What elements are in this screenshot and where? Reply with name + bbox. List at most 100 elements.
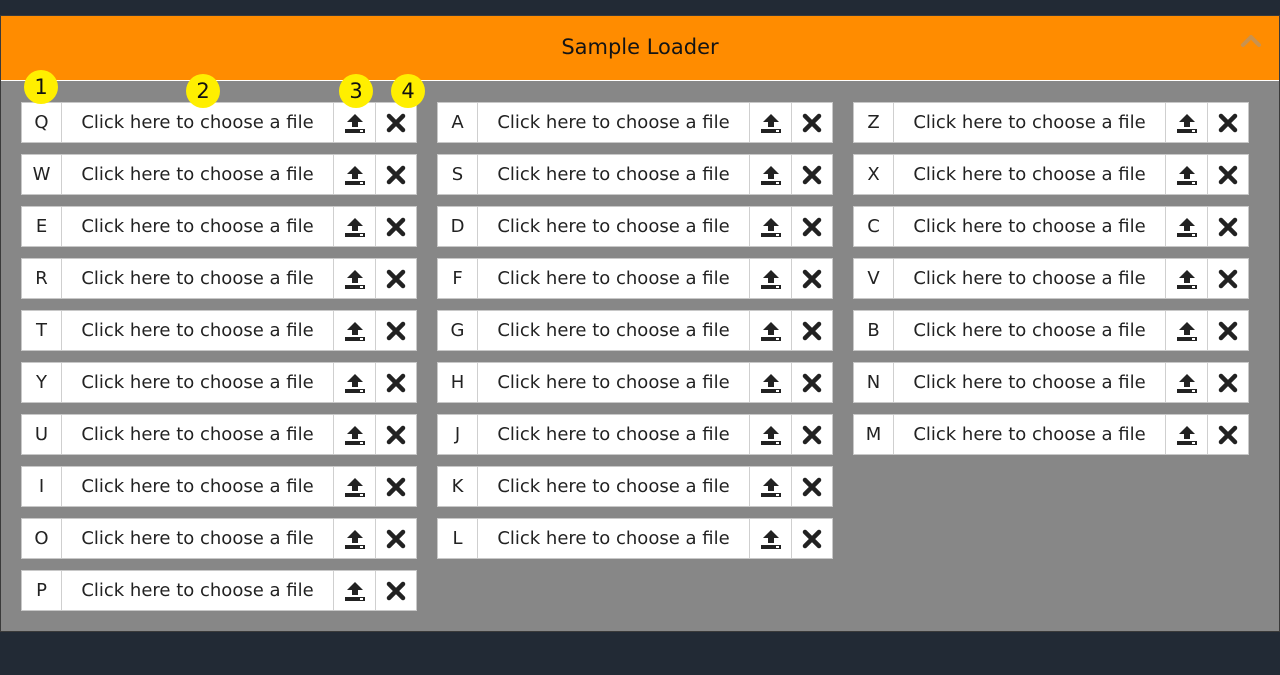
sample-slot-j: J Click here to choose a file [437, 414, 833, 455]
clear-button[interactable] [1208, 259, 1248, 298]
upload-button[interactable] [334, 467, 376, 506]
upload-button[interactable] [334, 207, 376, 246]
upload-button[interactable] [1166, 311, 1208, 350]
choose-file-button[interactable]: Click here to choose a file [478, 519, 750, 558]
choose-file-button[interactable]: Click here to choose a file [62, 207, 334, 246]
choose-file-button[interactable]: Click here to choose a file [894, 103, 1166, 142]
choose-file-button[interactable]: Click here to choose a file [478, 363, 750, 402]
upload-button[interactable] [750, 415, 792, 454]
choose-file-button[interactable]: Click here to choose a file [478, 467, 750, 506]
upload-button[interactable] [1166, 415, 1208, 454]
sample-slot-g: G Click here to choose a file [437, 310, 833, 351]
clear-button[interactable] [1208, 103, 1248, 142]
clear-button[interactable] [376, 207, 416, 246]
upload-button[interactable] [334, 311, 376, 350]
key-label: W [22, 155, 62, 194]
upload-button[interactable] [334, 363, 376, 402]
clear-button[interactable] [1208, 207, 1248, 246]
upload-button[interactable] [750, 207, 792, 246]
clear-button[interactable] [1208, 415, 1248, 454]
clear-button[interactable] [792, 155, 832, 194]
upload-button[interactable] [750, 467, 792, 506]
choose-file-button[interactable]: Click here to choose a file [894, 311, 1166, 350]
clear-button[interactable] [376, 363, 416, 402]
upload-button[interactable] [334, 415, 376, 454]
choose-file-button[interactable]: Click here to choose a file [478, 311, 750, 350]
clear-button[interactable] [792, 311, 832, 350]
sample-slot-w: W Click here to choose a file [21, 154, 417, 195]
annotation-badge-3: 3 [339, 74, 373, 108]
choose-file-button[interactable]: Click here to choose a file [894, 415, 1166, 454]
clear-button[interactable] [376, 415, 416, 454]
clear-button[interactable] [792, 259, 832, 298]
upload-button[interactable] [750, 155, 792, 194]
choose-file-button[interactable]: Click here to choose a file [62, 103, 334, 142]
clear-button[interactable] [792, 519, 832, 558]
clear-button[interactable] [792, 363, 832, 402]
upload-button[interactable] [334, 519, 376, 558]
upload-button[interactable] [750, 519, 792, 558]
clear-button[interactable] [376, 311, 416, 350]
choose-file-button[interactable]: Click here to choose a file [478, 259, 750, 298]
choose-file-button[interactable]: Click here to choose a file [62, 519, 334, 558]
key-label: P [22, 571, 62, 610]
key-label: F [438, 259, 478, 298]
upload-button[interactable] [334, 155, 376, 194]
choose-file-button[interactable]: Click here to choose a file [894, 155, 1166, 194]
upload-button[interactable] [1166, 363, 1208, 402]
upload-button[interactable] [1166, 103, 1208, 142]
sample-loader-panel: Sample Loader Q Click here to choose a fi… [0, 15, 1280, 632]
key-label: X [854, 155, 894, 194]
key-label: E [22, 207, 62, 246]
upload-button[interactable] [750, 259, 792, 298]
page-title: Sample Loader [561, 35, 719, 59]
choose-file-button[interactable]: Click here to choose a file [62, 467, 334, 506]
upload-button[interactable] [334, 259, 376, 298]
choose-file-button[interactable]: Click here to choose a file [894, 363, 1166, 402]
sample-slot-l: L Click here to choose a file [437, 518, 833, 559]
choose-file-button[interactable]: Click here to choose a file [62, 155, 334, 194]
clear-button[interactable] [1208, 155, 1248, 194]
sample-slot-k: K Click here to choose a file [437, 466, 833, 507]
upload-button[interactable] [334, 103, 376, 142]
clear-button[interactable] [376, 259, 416, 298]
choose-file-button[interactable]: Click here to choose a file [62, 363, 334, 402]
clear-button[interactable] [792, 467, 832, 506]
clear-button[interactable] [1208, 363, 1248, 402]
key-label: A [438, 103, 478, 142]
upload-button[interactable] [334, 571, 376, 610]
key-label: N [854, 363, 894, 402]
clear-button[interactable] [792, 415, 832, 454]
upload-button[interactable] [750, 363, 792, 402]
clear-button[interactable] [792, 207, 832, 246]
choose-file-button[interactable]: Click here to choose a file [894, 259, 1166, 298]
upload-button[interactable] [750, 103, 792, 142]
clear-button[interactable] [376, 155, 416, 194]
chevron-up-icon[interactable] [1239, 30, 1263, 50]
key-column-3: Z Click here to choose a file X Click here … [853, 102, 1249, 466]
choose-file-button[interactable]: Click here to choose a file [894, 207, 1166, 246]
choose-file-button[interactable]: Click here to choose a file [478, 415, 750, 454]
key-label: Q [22, 103, 62, 142]
choose-file-button[interactable]: Click here to choose a file [62, 571, 334, 610]
choose-file-button[interactable]: Click here to choose a file [478, 207, 750, 246]
sample-slot-d: D Click here to choose a file [437, 206, 833, 247]
key-column-1: Q Click here to choose a file W Click here … [21, 102, 417, 622]
key-column-2: A Click here to choose a file S Click here … [437, 102, 833, 570]
clear-button[interactable] [376, 103, 416, 142]
upload-button[interactable] [1166, 207, 1208, 246]
clear-button[interactable] [792, 103, 832, 142]
upload-button[interactable] [1166, 155, 1208, 194]
upload-button[interactable] [1166, 259, 1208, 298]
key-label: Y [22, 363, 62, 402]
choose-file-button[interactable]: Click here to choose a file [62, 311, 334, 350]
choose-file-button[interactable]: Click here to choose a file [478, 103, 750, 142]
choose-file-button[interactable]: Click here to choose a file [478, 155, 750, 194]
clear-button[interactable] [1208, 311, 1248, 350]
choose-file-button[interactable]: Click here to choose a file [62, 259, 334, 298]
clear-button[interactable] [376, 571, 416, 610]
clear-button[interactable] [376, 519, 416, 558]
choose-file-button[interactable]: Click here to choose a file [62, 415, 334, 454]
clear-button[interactable] [376, 467, 416, 506]
upload-button[interactable] [750, 311, 792, 350]
